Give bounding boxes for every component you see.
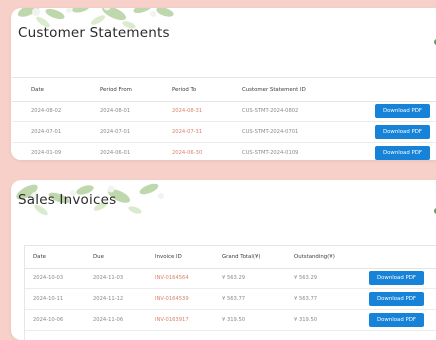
- table-row: 2024-07-01 2024-07-01 2024-07-31 CUS-STM…: [12, 122, 436, 143]
- cell-due: 2024-11-06: [93, 317, 124, 323]
- cell-period-to: 2024-06-30: [172, 150, 203, 156]
- cell-outstanding: ¥ 563.77: [294, 296, 318, 302]
- column-header-period-to: Period To: [172, 86, 197, 93]
- floral-decor-icon: [16, 183, 164, 216]
- cell-grand-total: ¥ 563.29: [222, 275, 246, 281]
- table-header-row: Date Period From Period To Customer Stat…: [12, 78, 436, 102]
- cell-period-from: 2024-06-01: [100, 150, 131, 156]
- cell-outstanding: ¥ 319.50: [294, 317, 318, 323]
- table-header-row: Date Due Invoice ID Grand Total(¥) Outst…: [25, 246, 436, 269]
- table-row: 2024-08-02 2024-08-01 2024-08-31 CUS-STM…: [12, 101, 436, 122]
- cell-invoice-id: INV-0163917: [155, 317, 189, 323]
- table-row: 2024-10-11 2024-11-12 INV-0164539 ¥ 563.…: [25, 289, 436, 310]
- download-pdf-button[interactable]: Download PDF: [375, 125, 430, 139]
- sales-invoices-card: Sales Invoices Date Due Invoice ID Grand…: [11, 180, 436, 340]
- column-header-period-from: Period From: [100, 86, 132, 93]
- statements-table: Date Period From Period To Customer Stat…: [12, 77, 436, 160]
- customer-statements-card: Customer Statements Date Period From Per…: [11, 8, 436, 160]
- cell-date: 2024-10-06: [33, 317, 64, 323]
- column-header-date: Date: [33, 254, 46, 260]
- cell-grand-total: ¥ 319.50: [222, 317, 246, 323]
- cell-statement-id: CUS-STMT-2024-0701: [242, 129, 299, 135]
- cell-due: 2024-11-12: [93, 296, 124, 302]
- table-row: 2024-10-03 2024-11-03 INV-0164564 ¥ 563.…: [25, 268, 436, 289]
- cell-invoice-id: INV-0164564: [155, 275, 189, 281]
- cell-invoice-id: INV-0164539: [155, 296, 189, 302]
- cell-period-from: 2024-08-01: [100, 108, 131, 114]
- cell-date: 2024-08-02: [31, 108, 62, 114]
- cell-outstanding: ¥ 563.29: [294, 275, 318, 281]
- cell-date: 2024-10-03: [33, 275, 64, 281]
- cell-period-to: 2024-08-31: [172, 108, 203, 114]
- cell-period-to: 2024-07-31: [172, 129, 203, 135]
- column-header-date: Date: [31, 86, 44, 93]
- download-pdf-button[interactable]: Download PDF: [375, 146, 430, 160]
- cell-date: 2024-10-11: [33, 296, 64, 302]
- download-pdf-button[interactable]: Download PDF: [375, 104, 430, 118]
- cell-date: 2024-01-09: [31, 150, 62, 156]
- download-pdf-button[interactable]: Download PDF: [369, 313, 424, 327]
- column-header-outstanding: Outstanding(¥): [294, 254, 335, 260]
- table-row: 2024-10-06 2024-11-06 INV-0163917 ¥ 319.…: [25, 310, 436, 331]
- cell-grand-total: ¥ 563.77: [222, 296, 246, 302]
- cell-due: 2024-11-03: [93, 275, 124, 281]
- table-row: 2024-01-09 2024-06-01 2024-06-30 CUS-STM…: [12, 143, 436, 160]
- page-title: Sales Invoices: [18, 192, 117, 208]
- cell-statement-id: CUS-STMT-2024-0109: [242, 150, 299, 156]
- invoices-table: Date Due Invoice ID Grand Total(¥) Outst…: [24, 245, 436, 340]
- cell-date: 2024-07-01: [31, 129, 62, 135]
- cell-period-from: 2024-07-01: [100, 129, 131, 135]
- column-header-invoice-id: Invoice ID: [155, 254, 182, 260]
- column-header-statement-id: Customer Statement ID: [242, 86, 306, 93]
- column-header-grand-total: Grand Total(¥): [222, 254, 261, 260]
- page-title: Customer Statements: [18, 25, 170, 41]
- download-pdf-button[interactable]: Download PDF: [369, 292, 424, 306]
- cell-statement-id: CUS-STMT-2024-0802: [242, 108, 299, 114]
- download-pdf-button[interactable]: Download PDF: [369, 271, 424, 285]
- column-header-due: Due: [93, 254, 104, 260]
